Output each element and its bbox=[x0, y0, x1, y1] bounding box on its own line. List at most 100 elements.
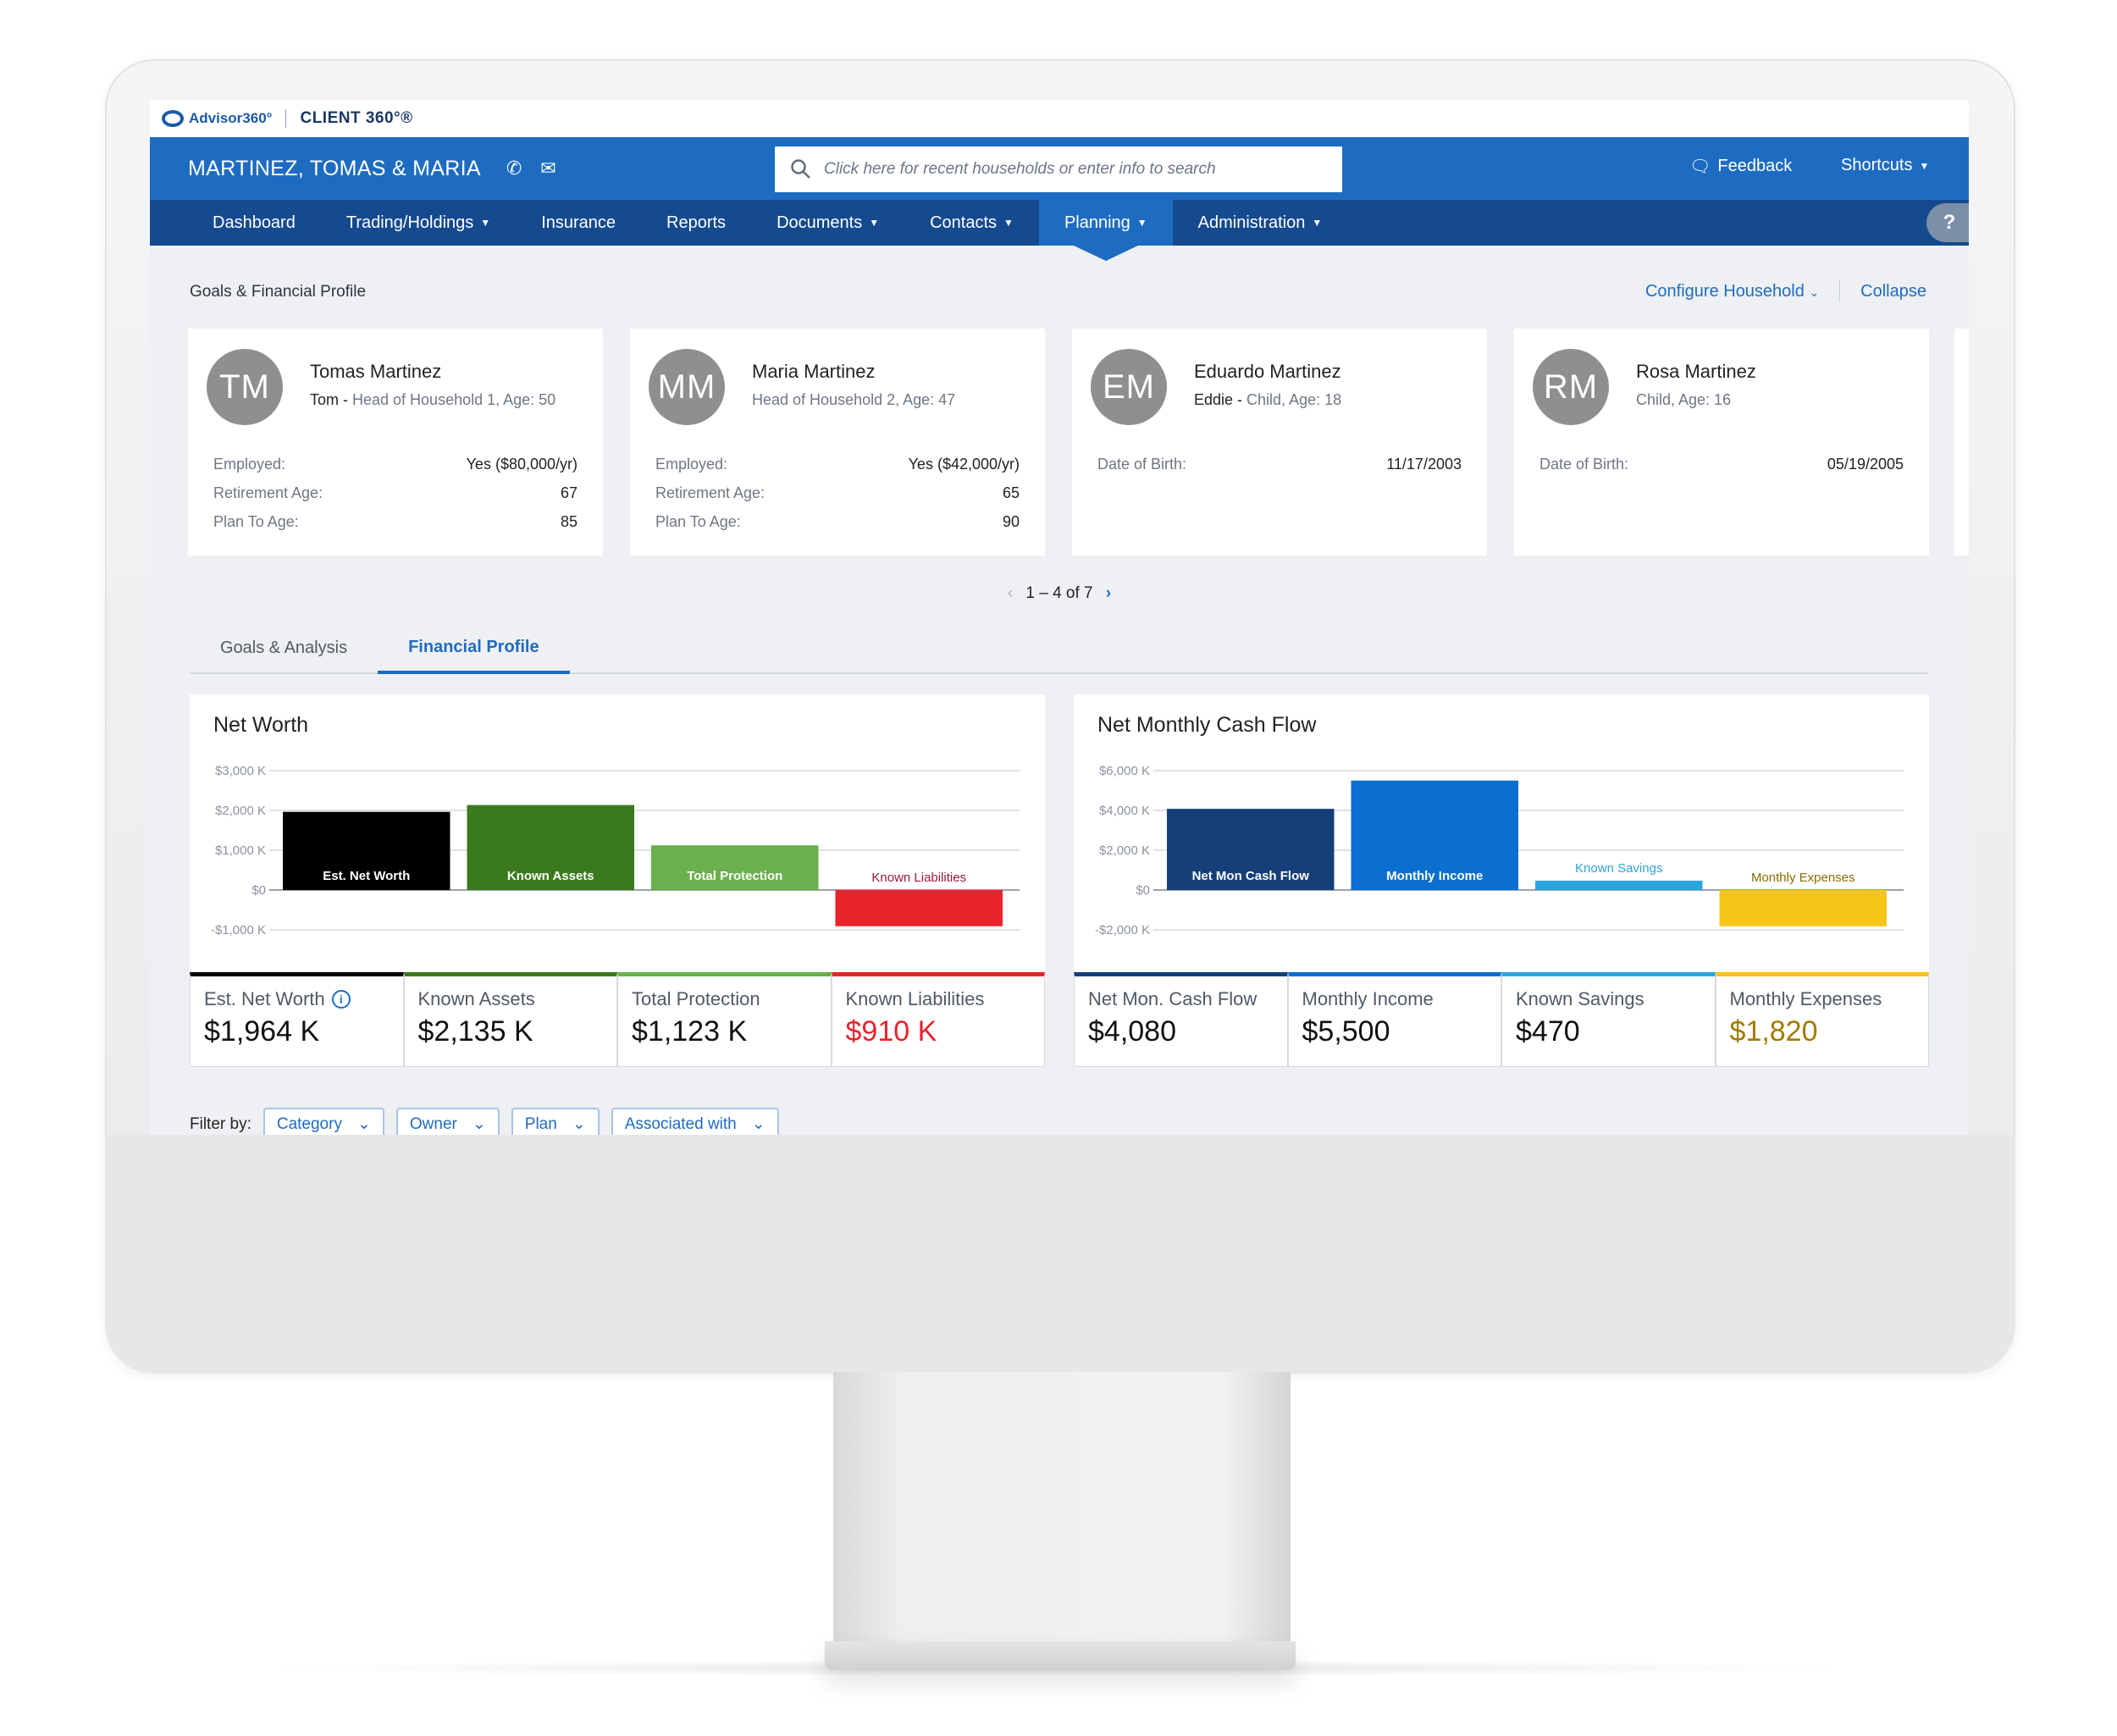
client360-logo[interactable]: CLIENT 360°® bbox=[300, 109, 412, 128]
chevron-right-icon[interactable]: › bbox=[1106, 584, 1111, 602]
summary-tile: Known Liabilities $910 K bbox=[831, 972, 1045, 1067]
avatar: RM bbox=[1533, 349, 1609, 425]
y-tick-label: $0 bbox=[1136, 883, 1150, 898]
summary-label: Total Protection bbox=[632, 988, 817, 1010]
household-name[interactable]: MARTINEZ, TOMAS & MARIA bbox=[188, 157, 481, 181]
summary-label-text: Monthly Expenses bbox=[1729, 988, 1882, 1009]
help-button[interactable]: ? bbox=[1926, 203, 1969, 242]
caret-down-icon: ▼ bbox=[1312, 217, 1323, 229]
summary-value: $4,080 bbox=[1088, 1015, 1176, 1048]
filter-plan[interactable]: Plan ⌄ bbox=[511, 1108, 600, 1135]
tab-goals-analysis[interactable]: Goals & Analysis bbox=[190, 623, 378, 672]
member-card[interactable]: TM Tomas Martinez Tom - Head of Househol… bbox=[188, 329, 603, 556]
member-card[interactable]: RM Rosa Martinez Child, Age: 16 Date of … bbox=[1514, 329, 1929, 556]
profile-tabs: Goals & Analysis Financial Profile bbox=[190, 623, 1928, 674]
chevron-left-icon[interactable]: ‹ bbox=[1008, 584, 1013, 602]
net-worth-summary: Est. Net Worth i $1,964 K Known Assets $2,13… bbox=[190, 972, 1045, 1067]
avatar: TM bbox=[207, 349, 283, 425]
member-card[interactable]: EM Eduardo Martinez Eddie - Child, Age: … bbox=[1072, 329, 1487, 556]
search-input[interactable] bbox=[824, 160, 1315, 179]
net-worth-chart: $3,000 K $2,000 K $1,000 K $0 -$1,000 K Est. … bbox=[211, 764, 1020, 937]
member-role: Head of Household 2, Age: 47 bbox=[752, 391, 956, 408]
avatar: MM bbox=[649, 349, 725, 425]
bar-label: Known Assets bbox=[507, 869, 594, 883]
bar-label: Known Savings bbox=[1575, 861, 1662, 876]
y-tick-label: $2,000 K bbox=[1099, 843, 1150, 858]
bar-label: Monthly Income bbox=[1386, 869, 1483, 883]
y-tick-label: $1,000 K bbox=[215, 843, 266, 858]
feedback-link[interactable]: 🗨 Feedback bbox=[1689, 156, 1792, 177]
summary-label-text: Monthly Income bbox=[1302, 988, 1434, 1009]
summary-value: $1,964 K bbox=[204, 1015, 320, 1048]
search-icon bbox=[791, 159, 810, 179]
collapse-link[interactable]: Collapse bbox=[1860, 282, 1926, 301]
chevron-down-icon: ▼ bbox=[1919, 159, 1930, 172]
filter-label: Filter by: bbox=[190, 1114, 251, 1133]
summary-label-text: Known Savings bbox=[1516, 988, 1644, 1009]
filter-bar: Filter by: Category ⌄ Owner ⌄ Plan ⌄ Associ… bbox=[190, 1108, 779, 1135]
tab-financial-profile[interactable]: Financial Profile bbox=[378, 623, 570, 674]
summary-label-text: Known Liabilities bbox=[845, 988, 985, 1009]
member-field: Plan To Age: 85 bbox=[213, 513, 578, 530]
summary-label: Known Liabilities bbox=[846, 988, 1031, 1010]
advisor360-logo[interactable]: Advisor360° bbox=[162, 110, 272, 127]
filter-owner[interactable]: Owner ⌄ bbox=[395, 1108, 500, 1135]
nav-contacts[interactable]: Contacts ▼ bbox=[904, 200, 1039, 246]
nav-trading-holdings[interactable]: Trading/Holdings ▼ bbox=[321, 200, 516, 246]
summary-label: Monthly Income bbox=[1302, 988, 1488, 1010]
nav-dashboard[interactable]: Dashboard bbox=[187, 200, 321, 246]
summary-tile: Net Mon. Cash Flow $4,080 bbox=[1074, 972, 1288, 1067]
search-box[interactable] bbox=[775, 147, 1342, 192]
bar-label: Est. Net Worth bbox=[323, 869, 410, 883]
member-role: Child, Age: 16 bbox=[1636, 391, 1732, 408]
member-field: Retirement Age: 65 bbox=[655, 484, 1020, 501]
top-bar: MARTINEZ, TOMAS & MARIA ✆ ✉ 🗨 Feedback S… bbox=[150, 137, 1969, 200]
caret-down-icon: ▼ bbox=[1136, 217, 1147, 229]
monitor-foot bbox=[825, 1641, 1296, 1670]
filter-category[interactable]: Category ⌄ bbox=[263, 1108, 384, 1135]
info-icon[interactable]: i bbox=[331, 990, 351, 1009]
pager-text: 1 – 4 of 7 bbox=[1025, 584, 1093, 602]
chart-title: Net Monthly Cash Flow bbox=[1097, 713, 1317, 737]
chevron-down-icon: ⌄ bbox=[572, 1115, 586, 1133]
summary-label-text: Total Protection bbox=[632, 988, 760, 1009]
member-field: Retirement Age: 67 bbox=[213, 484, 578, 501]
y-tick-label: $0 bbox=[251, 883, 266, 898]
mail-icon[interactable]: ✉ bbox=[540, 158, 556, 180]
member-card[interactable]: MM Maria Martinez Head of Household 2, A… bbox=[630, 329, 1045, 556]
caret-down-icon: ▼ bbox=[480, 217, 491, 229]
nav-planning[interactable]: Planning ▼ bbox=[1038, 200, 1173, 246]
member-role: Eddie - Child, Age: 18 bbox=[1194, 391, 1342, 408]
y-tick-label: $4,000 K bbox=[1099, 804, 1150, 818]
summary-tile: Total Protection $1,123 K bbox=[617, 972, 832, 1067]
bar bbox=[1535, 880, 1703, 890]
nav-documents[interactable]: Documents ▼ bbox=[751, 200, 904, 246]
summary-value: $5,500 bbox=[1302, 1015, 1390, 1048]
filter-associated-with[interactable]: Associated with ⌄ bbox=[611, 1108, 779, 1135]
summary-label-text: Net Mon. Cash Flow bbox=[1088, 988, 1257, 1009]
nav-insurance[interactable]: Insurance bbox=[516, 200, 641, 246]
summary-value: $910 K bbox=[845, 1015, 937, 1048]
avatar: EM bbox=[1091, 349, 1167, 425]
phone-icon[interactable]: ✆ bbox=[506, 158, 522, 180]
nav-administration[interactable]: Administration ▼ bbox=[1173, 200, 1348, 246]
card-pager: ‹ 1 – 4 of 7 › bbox=[150, 584, 1969, 603]
section-actions: Configure Household ⌄ Collapse bbox=[1645, 280, 1926, 302]
member-name: Tomas Martinez bbox=[310, 361, 442, 382]
shortcuts-menu[interactable]: Shortcuts ▼ bbox=[1841, 156, 1929, 175]
summary-value: $2,135 K bbox=[417, 1015, 533, 1048]
next-card-peek bbox=[1954, 329, 1969, 556]
nav-reports[interactable]: Reports bbox=[641, 200, 751, 246]
bar-label: Net Mon Cash Flow bbox=[1192, 869, 1310, 883]
y-tick-label: -$1,000 K bbox=[211, 923, 266, 937]
bar bbox=[1719, 890, 1887, 926]
y-tick-label: -$2,000 K bbox=[1095, 923, 1150, 937]
bar-label: Known Liabilities bbox=[871, 871, 966, 885]
bar bbox=[651, 845, 819, 890]
member-name: Eduardo Martinez bbox=[1194, 361, 1341, 382]
member-field: Date of Birth: 11/17/2003 bbox=[1097, 456, 1462, 473]
configure-household-menu[interactable]: Configure Household ⌄ bbox=[1645, 282, 1819, 301]
chevron-down-icon: ⌄ bbox=[357, 1115, 371, 1133]
chevron-down-icon: ⌄ bbox=[472, 1115, 486, 1133]
summary-label: Net Mon. Cash Flow bbox=[1088, 988, 1274, 1010]
